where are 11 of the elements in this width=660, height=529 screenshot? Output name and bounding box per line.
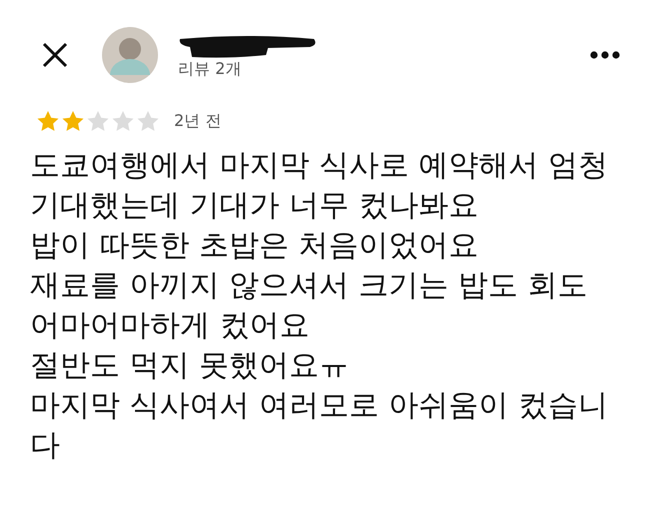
star-icon <box>111 110 135 132</box>
star-icon <box>136 110 160 132</box>
review-date: 2년 전 <box>174 110 222 132</box>
more-icon[interactable] <box>590 51 620 59</box>
avatar <box>102 27 158 83</box>
star-icon <box>36 110 60 132</box>
close-icon[interactable] <box>42 42 68 68</box>
review-count: 리뷰 2개 <box>178 58 242 80</box>
review-text: 도쿄여행에서 마지막 식사로 예약해서 엄청 기대했는데 기대가 너무 컸나봐요 밥이 따뜻한 초밥은 처음이었어요 재료를 아끼지 않으셔서 크기는 밥도 회도 어마어마하게 컸어요 절반도 먹지 못했어요ㅠ 마지막 식사여서 여러모로 아쉬움이 컸습니 다 <box>30 147 610 465</box>
star-icon <box>61 110 85 132</box>
star-icon <box>86 110 110 132</box>
